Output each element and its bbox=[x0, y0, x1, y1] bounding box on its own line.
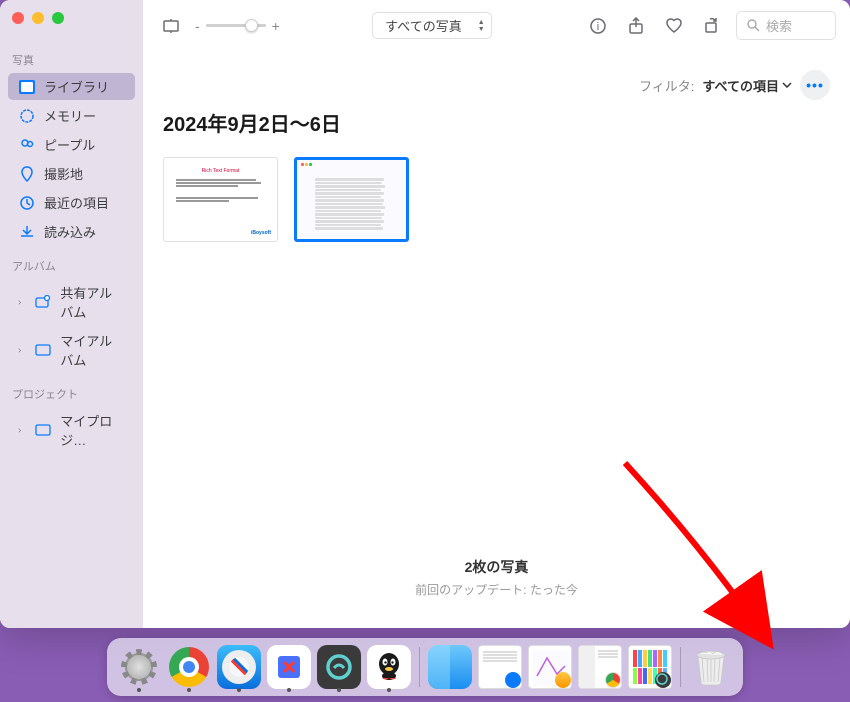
dock-minimized-window-2[interactable] bbox=[528, 645, 572, 689]
toolbar: - + すべての写真 ▲▼ i 検索 bbox=[143, 0, 850, 52]
minimize-window-button[interactable] bbox=[32, 12, 44, 24]
dock-safari[interactable] bbox=[217, 645, 261, 689]
sidebar-item-shared-albums[interactable]: › 共有アルバム bbox=[8, 279, 135, 325]
sidebar-item-my-albums[interactable]: › マイアルバム bbox=[8, 327, 135, 373]
filter-dropdown[interactable]: すべての項目 bbox=[702, 76, 792, 95]
share-button[interactable] bbox=[622, 12, 650, 40]
sidebar-item-library[interactable]: ライブラリ bbox=[8, 73, 135, 100]
shared-album-icon bbox=[34, 293, 52, 311]
sidebar-item-import[interactable]: 読み込み bbox=[8, 218, 135, 245]
favorite-button[interactable] bbox=[660, 12, 688, 40]
sidebar-item-label: 読み込み bbox=[44, 222, 96, 241]
sidebar-item-label: マイプロジ… bbox=[60, 411, 125, 449]
dropdown-label: すべての写真 bbox=[385, 16, 462, 35]
dock-trash[interactable] bbox=[689, 645, 733, 689]
sidebar-item-label: 共有アルバム bbox=[60, 283, 125, 321]
chevron-right-icon: › bbox=[18, 425, 26, 436]
finder-icon bbox=[428, 645, 472, 689]
rotate-button[interactable] bbox=[698, 12, 726, 40]
slider-knob[interactable] bbox=[245, 19, 258, 32]
project-icon bbox=[34, 421, 52, 439]
dock-finder[interactable] bbox=[428, 645, 472, 689]
trash-icon bbox=[693, 647, 729, 687]
qq-icon bbox=[372, 650, 406, 684]
filter-label: フィルタ: bbox=[639, 76, 694, 95]
sidebar-item-recent[interactable]: 最近の項目 bbox=[8, 189, 135, 216]
dock-minimized-window-3[interactable] bbox=[578, 645, 622, 689]
sidebar-item-label: メモリー bbox=[44, 106, 96, 125]
maximize-window-button[interactable] bbox=[52, 12, 64, 24]
thumbnails-grid: Rich Text Format iBoysoft bbox=[163, 157, 830, 242]
dock-qq[interactable] bbox=[367, 645, 411, 689]
sidebar-item-label: ライブラリ bbox=[44, 77, 109, 96]
dock-app-1[interactable] bbox=[267, 645, 311, 689]
sidebar-item-label: 撮影地 bbox=[44, 164, 83, 183]
sidebar-item-people[interactable]: ピープル bbox=[8, 131, 135, 158]
dock-separator bbox=[680, 647, 681, 687]
dock-chrome[interactable] bbox=[167, 645, 211, 689]
snagit-icon bbox=[324, 652, 354, 682]
dropdown-arrows-icon: ▲▼ bbox=[478, 19, 485, 33]
dock-separator bbox=[419, 647, 420, 687]
sidebar-section-photos: 写真 bbox=[0, 48, 143, 72]
chrome-icon bbox=[169, 647, 209, 687]
sidebar: 写真 ライブラリ メモリー ピープル 撮影地 最近の項目 読み込み アルバム › bbox=[0, 0, 143, 628]
dock-minimized-window-4[interactable] bbox=[628, 645, 672, 689]
info-button[interactable]: i bbox=[584, 12, 612, 40]
slider-track[interactable] bbox=[206, 24, 266, 27]
sidebar-item-label: マイアルバム bbox=[60, 331, 125, 369]
photo-thumbnail[interactable]: Rich Text Format iBoysoft bbox=[163, 157, 278, 242]
sidebar-section-projects: プロジェクト bbox=[0, 382, 143, 406]
date-range-title: 2024年9月2日〜6日 bbox=[163, 108, 830, 137]
last-updated: 前回のアップデート: たった今 bbox=[143, 581, 850, 598]
safari-icon bbox=[217, 645, 261, 689]
dock-system-preferences[interactable] bbox=[117, 645, 161, 689]
dock bbox=[107, 638, 743, 696]
sidebar-item-memories[interactable]: メモリー bbox=[8, 102, 135, 129]
chevron-down-icon bbox=[782, 82, 792, 88]
sidebar-item-my-projects[interactable]: › マイプロジ… bbox=[8, 407, 135, 453]
more-options-button[interactable]: ••• bbox=[800, 70, 830, 100]
search-input[interactable]: 検索 bbox=[736, 11, 836, 40]
search-icon bbox=[747, 19, 760, 32]
zoom-minus: - bbox=[195, 18, 200, 34]
chevron-right-icon: › bbox=[18, 345, 26, 356]
memories-icon bbox=[18, 107, 36, 125]
dock-minimized-window-1[interactable] bbox=[478, 645, 522, 689]
import-icon bbox=[18, 223, 36, 241]
zoom-slider[interactable]: - + bbox=[195, 18, 280, 34]
sidebar-item-label: ピープル bbox=[44, 135, 95, 154]
chevron-right-icon: › bbox=[18, 297, 26, 308]
window-controls bbox=[0, 12, 143, 40]
sidebar-item-label: 最近の項目 bbox=[44, 193, 109, 212]
sidebar-section-albums: アルバム bbox=[0, 254, 143, 278]
photo-count: 2枚の写真 bbox=[143, 557, 850, 577]
gear-icon bbox=[117, 645, 161, 689]
people-icon bbox=[18, 136, 36, 154]
footer: 2枚の写真 前回のアップデート: たった今 bbox=[143, 557, 850, 598]
app-icon bbox=[274, 652, 304, 682]
aspect-button[interactable] bbox=[157, 12, 185, 40]
svg-text:i: i bbox=[597, 21, 599, 33]
dock-snagit[interactable] bbox=[317, 645, 361, 689]
sidebar-item-places[interactable]: 撮影地 bbox=[8, 160, 135, 187]
album-icon bbox=[34, 341, 52, 359]
zoom-plus: + bbox=[272, 18, 280, 34]
library-icon bbox=[18, 78, 36, 96]
filters-row: フィルタ: すべての項目 ••• bbox=[143, 52, 850, 108]
photo-thumbnail-selected[interactable] bbox=[294, 157, 409, 242]
main-area: - + すべての写真 ▲▼ i 検索 フィルタ: すべての項目 bbox=[143, 0, 850, 628]
search-placeholder: 検索 bbox=[766, 16, 792, 35]
view-dropdown[interactable]: すべての写真 ▲▼ bbox=[372, 12, 492, 39]
places-icon bbox=[18, 165, 36, 183]
content-area: 2024年9月2日〜6日 Rich Text Format iBoysoft bbox=[143, 108, 850, 628]
clock-icon bbox=[18, 194, 36, 212]
close-window-button[interactable] bbox=[12, 12, 24, 24]
photos-app-window: 写真 ライブラリ メモリー ピープル 撮影地 最近の項目 読み込み アルバム › bbox=[0, 0, 850, 628]
